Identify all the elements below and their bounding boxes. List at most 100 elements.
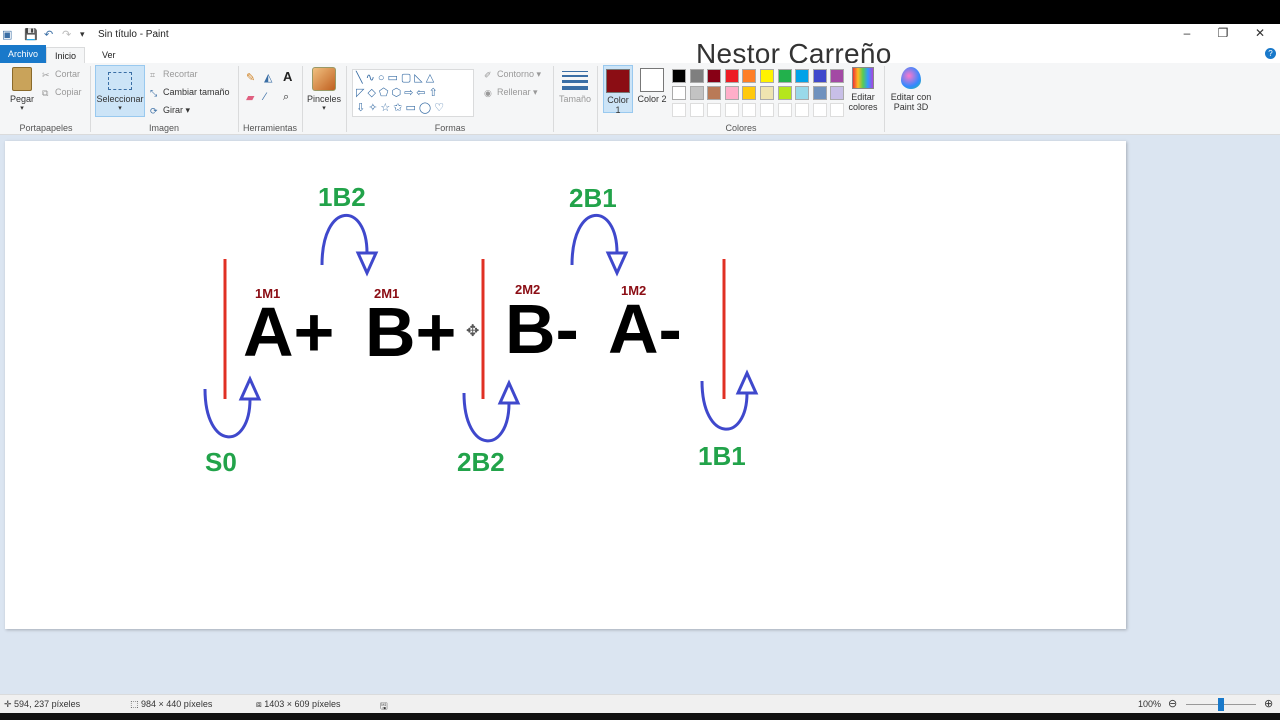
undo-icon[interactable]: ↶ bbox=[44, 28, 53, 41]
palette-swatch[interactable] bbox=[707, 86, 722, 100]
palette-swatch[interactable] bbox=[724, 69, 739, 83]
app-icon: ▣ bbox=[2, 29, 13, 41]
brushes-button[interactable]: Pinceles ▾ bbox=[306, 67, 342, 112]
scissors-icon: ✂ bbox=[42, 70, 50, 80]
palette-swatch[interactable] bbox=[672, 69, 686, 83]
signal-2b2: 2B2 bbox=[457, 447, 505, 477]
edit-paint3d-button[interactable]: Editar con Paint 3D bbox=[888, 67, 934, 112]
resize-icon: ⤡ bbox=[150, 88, 158, 98]
palette-swatch[interactable] bbox=[812, 69, 827, 83]
outline-label: Contorno bbox=[497, 69, 535, 79]
palette-swatch-custom[interactable] bbox=[830, 103, 845, 117]
crop-button[interactable]: ⌗ Recortar bbox=[150, 69, 198, 80]
drawing-svg: A+ B+ B- A- 1M1 2M1 2M2 1M2 1B2 2B1 S0 2… bbox=[203, 182, 759, 477]
label-1m2: 1M2 bbox=[621, 283, 646, 298]
magnifier-icon[interactable]: ⌕ bbox=[283, 91, 289, 104]
rotate-button[interactable]: ⟳ Girar ▾ bbox=[150, 105, 190, 116]
ribbon: Pegar ▾ ✂ Cortar ⧉ Copiar Portapapeles Sel… bbox=[0, 63, 1280, 135]
cut-label: Cortar bbox=[55, 69, 81, 79]
group-label-clipboard: Portapapeles bbox=[19, 123, 73, 133]
cursor-position-text: 594, 237 píxeles bbox=[14, 699, 81, 709]
color1-button[interactable]: Color 1 bbox=[603, 65, 633, 115]
shapes-row-1: ╲∿○▭▢◺△ bbox=[356, 72, 438, 84]
palette-swatch[interactable] bbox=[742, 69, 757, 83]
pencil-icon[interactable]: ✎ bbox=[246, 71, 255, 84]
tab-file[interactable]: Archivo bbox=[0, 45, 47, 63]
palette-swatch[interactable] bbox=[742, 86, 757, 100]
palette-swatch-custom[interactable] bbox=[689, 103, 704, 117]
copy-button[interactable]: ⧉ Copiar bbox=[42, 87, 82, 98]
palette-swatch[interactable] bbox=[760, 69, 774, 83]
edit-colors-button[interactable]: Editar colores bbox=[846, 67, 880, 112]
palette-swatch[interactable] bbox=[830, 86, 845, 100]
signal-s0: S0 bbox=[205, 447, 237, 477]
color1-label: Color 1 bbox=[607, 95, 629, 115]
palette-swatch[interactable] bbox=[777, 69, 792, 83]
color1-swatch bbox=[606, 69, 630, 93]
palette-swatch[interactable] bbox=[672, 86, 686, 100]
title-bar: ▣ 💾 ↶ ↷ ▾ Sin título - Paint – ❐ ✕ bbox=[0, 24, 1280, 45]
palette-swatch[interactable] bbox=[689, 69, 704, 83]
palette-swatch-custom[interactable] bbox=[672, 103, 686, 117]
zoom-level: 100% bbox=[1138, 699, 1162, 709]
redo-icon[interactable]: ↷ bbox=[62, 28, 71, 41]
palette-swatch-custom[interactable] bbox=[724, 103, 739, 117]
close-button[interactable]: ✕ bbox=[1245, 26, 1275, 42]
ribbon-tabs: Archivo Inicio Ver bbox=[0, 45, 1280, 63]
rotate-label: Girar bbox=[163, 105, 183, 115]
text-tool-icon[interactable]: A bbox=[283, 69, 292, 84]
arrow-top-1 bbox=[320, 213, 379, 277]
shapes-gallery[interactable]: ╲∿○▭▢◺△ ◸◇⬠⬡⇨⇦⇧ ⇩✧☆✩▭◯♡ bbox=[352, 69, 474, 117]
restore-button[interactable]: ❐ bbox=[1208, 26, 1238, 42]
palette-swatch[interactable] bbox=[795, 69, 810, 83]
arrow-top-2 bbox=[570, 213, 629, 277]
rotate-icon: ⟳ bbox=[150, 106, 158, 116]
palette-swatch-custom[interactable] bbox=[760, 103, 774, 117]
palette-swatch[interactable] bbox=[760, 86, 774, 100]
select-button[interactable]: Seleccionar ▾ bbox=[95, 65, 145, 117]
paste-button[interactable]: Pegar ▾ bbox=[8, 67, 36, 112]
tab-home[interactable]: Inicio bbox=[46, 47, 86, 63]
palette-swatch[interactable] bbox=[777, 86, 792, 100]
palette-swatch[interactable] bbox=[830, 69, 845, 83]
zoom-out-button[interactable]: ⊖ bbox=[1168, 697, 1177, 710]
minimize-button[interactable]: – bbox=[1172, 26, 1202, 42]
palette-swatch-custom[interactable] bbox=[795, 103, 810, 117]
copy-icon: ⧉ bbox=[42, 88, 49, 98]
customize-quick-access-icon[interactable]: ▾ bbox=[80, 29, 85, 40]
select-label: Seleccionar bbox=[96, 94, 144, 104]
palette-swatch[interactable] bbox=[707, 69, 722, 83]
operation-b-minus: B- bbox=[505, 290, 579, 368]
fill-button[interactable]: ◉ Rellenar ▾ bbox=[484, 87, 538, 98]
palette-swatch-custom[interactable] bbox=[742, 103, 757, 117]
drawing-canvas[interactable]: A+ B+ B- A- 1M1 2M1 2M2 1M2 1B2 2B1 S0 2… bbox=[5, 141, 1126, 629]
color-picker-icon[interactable]: ⁄ bbox=[264, 91, 266, 103]
palette-swatch[interactable] bbox=[689, 86, 704, 100]
color2-swatch bbox=[640, 68, 664, 92]
outline-icon: ✐ bbox=[484, 70, 492, 80]
size-button[interactable]: Tamaño bbox=[558, 67, 592, 104]
eraser-icon[interactable]: ▰ bbox=[246, 91, 254, 104]
save-icon[interactable]: 💾 bbox=[24, 28, 38, 41]
tab-view[interactable]: Ver bbox=[94, 47, 124, 63]
cut-button[interactable]: ✂ Cortar bbox=[42, 69, 80, 80]
palette-swatch-custom[interactable] bbox=[707, 103, 722, 117]
help-icon[interactable]: ? bbox=[1265, 48, 1276, 59]
palette-swatch[interactable] bbox=[724, 86, 739, 100]
outline-button[interactable]: ✐ Contorno ▾ bbox=[484, 69, 541, 80]
divider bbox=[90, 66, 91, 132]
paint3d-icon bbox=[901, 67, 921, 89]
selection-icon: ⬚ bbox=[130, 699, 142, 709]
palette-swatch-custom[interactable] bbox=[777, 103, 792, 117]
cursor-position: ✛ 594, 237 píxeles bbox=[4, 699, 80, 710]
zoom-slider-thumb[interactable] bbox=[1218, 698, 1224, 711]
resize-button[interactable]: ⤡ Cambiar tamaño bbox=[150, 87, 230, 98]
divider bbox=[884, 66, 885, 132]
fill-bucket-icon[interactable]: ◭ bbox=[264, 71, 272, 84]
palette-swatch[interactable] bbox=[795, 86, 810, 100]
zoom-in-button[interactable]: ⊕ bbox=[1264, 697, 1273, 710]
palette-swatch-custom[interactable] bbox=[812, 103, 827, 117]
palette-swatch[interactable] bbox=[812, 86, 827, 100]
arrow-bottom-2 bbox=[462, 379, 521, 443]
color2-button[interactable]: Color 2 bbox=[637, 65, 667, 113]
